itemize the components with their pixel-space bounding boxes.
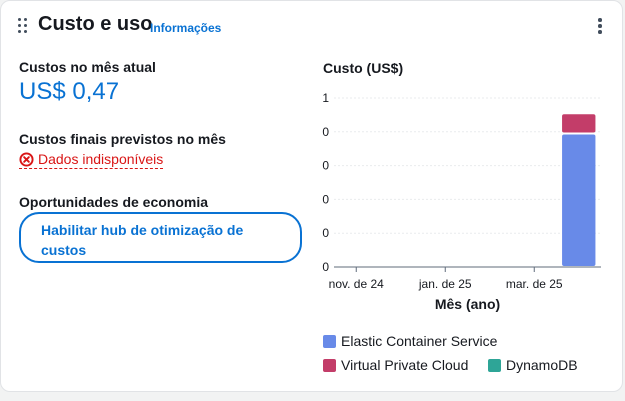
legend-swatch [323, 358, 336, 372]
legend-label: Virtual Private Cloud [341, 357, 469, 373]
bar-segment [562, 114, 596, 133]
drag-handle-icon[interactable] [18, 18, 28, 34]
widget-title: Custo e uso [38, 13, 153, 35]
cost-chart: 100000nov. de 24 jan. de 25 mar. de 25Mês … [322, 91, 601, 312]
x-tick-label: jan. de 25 [418, 277, 472, 291]
y-tick-label: 0 [322, 125, 329, 139]
bar-segment [562, 134, 596, 266]
current-month-label: Custos no mês atual [19, 59, 156, 75]
savings-label: Oportunidades de economia [19, 194, 209, 210]
legend-item[interactable]: Virtual Private Cloud [323, 357, 468, 373]
x-axis-title: Mês (ano) [435, 296, 500, 312]
info-link[interactable]: Informações [150, 21, 221, 35]
error-icon [19, 151, 34, 167]
forecast-label: Custos finais previstos no mês [19, 131, 226, 147]
x-tick-label: mar. de 25 [506, 277, 563, 291]
legend-item[interactable]: DynamoDB [488, 357, 578, 373]
y-tick-label: 0 [322, 192, 329, 206]
enable-optimization-hub-button[interactable]: Habilitar hub de otimização de custos [19, 212, 302, 263]
y-tick-label: 0 [322, 260, 329, 274]
chart-title: Custo (US$) [323, 60, 404, 76]
legend-swatch [488, 358, 501, 372]
more-actions-icon[interactable] [595, 17, 605, 35]
forecast-status-text: Dados indisponíveis [38, 151, 164, 167]
legend-swatch [323, 334, 336, 348]
x-tick-label: nov. de 24 [329, 277, 384, 291]
y-tick-label: 0 [322, 226, 329, 240]
legend-label: Elastic Container Service [341, 333, 498, 349]
cost-usage-widget: Custo e uso Informações Custos no mês at… [0, 0, 623, 392]
y-tick-label: 0 [322, 159, 329, 173]
current-month-value: US$ 0,47 [19, 78, 120, 105]
forecast-status: Dados indisponíveis [19, 151, 164, 169]
legend-label: DynamoDB [506, 357, 578, 373]
legend-item[interactable]: Elastic Container Service [323, 333, 497, 349]
y-tick-label: 1 [322, 91, 329, 105]
